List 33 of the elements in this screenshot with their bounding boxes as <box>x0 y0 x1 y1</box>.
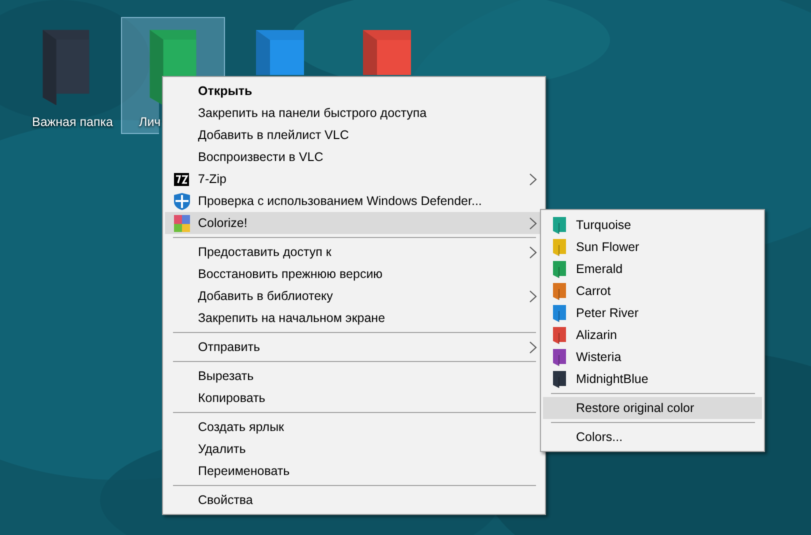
menu-item[interactable]: Turquoise <box>543 214 762 236</box>
menu-item[interactable]: Проверка с использованием Windows Defender... <box>165 190 543 212</box>
menu-item[interactable]: Colorize! <box>165 212 543 234</box>
menu-item[interactable]: Предоставить доступ к <box>165 241 543 263</box>
colorize-icon <box>174 214 190 232</box>
folder-label: Важная папка <box>32 114 113 132</box>
menu-item[interactable]: Переименовать <box>165 460 543 482</box>
menu-item[interactable]: Wisteria <box>543 346 762 368</box>
menu-item[interactable]: Восстановить прежнюю версию <box>165 263 543 285</box>
menu-item[interactable]: Открыть <box>165 80 543 102</box>
menu-item[interactable]: Копировать <box>165 387 543 409</box>
menu-item[interactable]: Отправить <box>165 336 543 358</box>
menu-item[interactable]: Добавить в плейлист VLC <box>165 124 543 146</box>
shield-icon <box>174 192 190 210</box>
menu-item[interactable]: Закрепить на панели быстрого доступа <box>165 102 543 124</box>
menu-item[interactable]: Удалить <box>165 438 543 460</box>
menu-item[interactable]: Свойства <box>165 489 543 511</box>
archive-icon <box>174 172 189 186</box>
menu-item[interactable]: Добавить в библиотеку <box>165 285 543 307</box>
menu-item[interactable]: Carrot <box>543 280 762 302</box>
menu-item[interactable]: Restore original color <box>543 397 762 419</box>
menu-item[interactable]: Вырезать <box>165 365 543 387</box>
menu-item[interactable]: MidnightBlue <box>543 368 762 390</box>
menu-item[interactable]: Закрепить на начальном экране <box>165 307 543 329</box>
menu-item[interactable]: Peter River <box>543 302 762 324</box>
menu-item[interactable]: Создать ярлык <box>165 416 543 438</box>
menu-item[interactable]: Sun Flower <box>543 236 762 258</box>
menu-item[interactable]: Emerald <box>543 258 762 280</box>
menu-item[interactable]: Воспроизвести в VLC <box>165 146 543 168</box>
menu-item[interactable]: Alizarin <box>543 324 762 346</box>
folder-label: Лич <box>139 114 161 132</box>
menu-item[interactable]: 7-Zip <box>165 168 543 190</box>
menu-item[interactable]: Colors... <box>543 426 762 448</box>
